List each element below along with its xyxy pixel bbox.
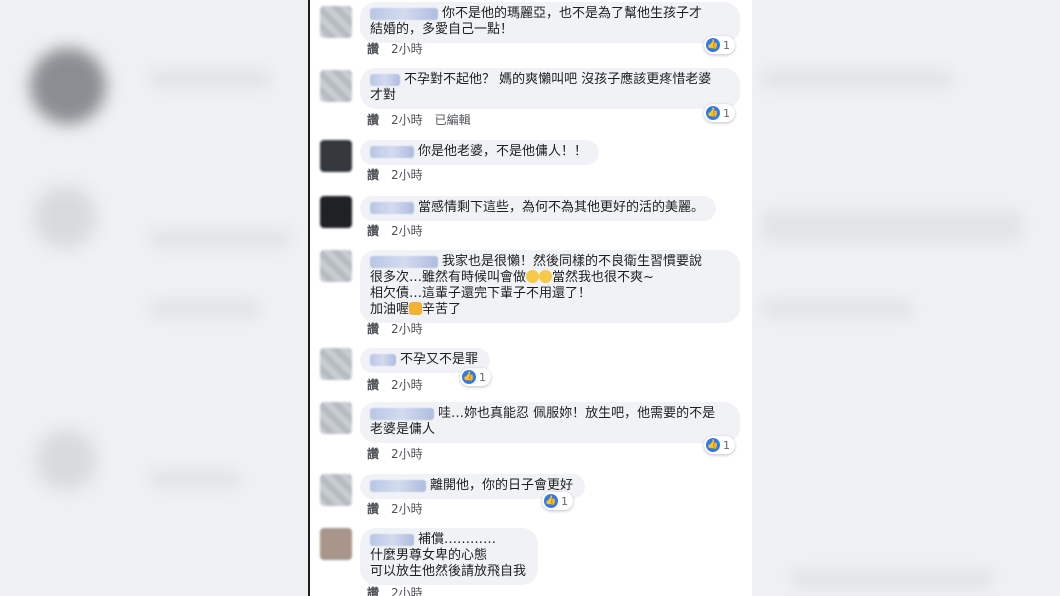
comment-time[interactable]: 2小時 xyxy=(391,586,423,596)
reaction-count[interactable]: 👍 1 xyxy=(704,36,735,54)
like-link[interactable]: 讚 xyxy=(367,322,379,336)
like-link[interactable]: 讚 xyxy=(367,502,379,516)
blurred-text xyxy=(792,570,992,588)
comment-meta: 讚 2小時 xyxy=(367,584,435,596)
comment-meta: 讚 2小時 xyxy=(367,320,435,337)
like-link[interactable]: 讚 xyxy=(367,378,379,392)
blurred-text xyxy=(150,300,260,318)
avatar[interactable] xyxy=(320,6,352,38)
like-reaction-icon: 👍 xyxy=(706,106,720,120)
comment-bubble: 哇…妳也真能忍 佩服妳！放生吧，他需要的不是 老婆是傭人 xyxy=(360,402,740,443)
blurred-text xyxy=(150,70,270,88)
avatar[interactable] xyxy=(320,348,352,380)
commenter-name[interactable] xyxy=(370,255,438,268)
avatar[interactable] xyxy=(320,250,352,282)
blurred-text xyxy=(150,470,240,488)
comment-time[interactable]: 2小時 xyxy=(391,378,423,392)
comment-text: 離開他，你的日子會更好 xyxy=(430,478,574,493)
comment-text: 當感情剩下這些，為何不為其他更好的活的美麗。 xyxy=(418,200,705,215)
avatar[interactable] xyxy=(320,196,352,228)
like-link[interactable]: 讚 xyxy=(367,586,379,596)
edited-label[interactable]: 已編輯 xyxy=(435,113,471,127)
like-reaction-icon: 👍 xyxy=(544,494,558,508)
avatar[interactable] xyxy=(320,528,352,560)
worried-emoji-icon xyxy=(526,270,540,283)
comment-time[interactable]: 2小時 xyxy=(391,42,423,56)
blurred-text xyxy=(762,210,1022,242)
reaction-count[interactable]: 👍 1 xyxy=(460,368,491,386)
comment-thread: 你不是他的瑪麗亞，也不是為了幫他生孩子才 結婚的，多愛自己一點！ 讚 2小時 👍 1… xyxy=(308,0,752,596)
comment-time[interactable]: 2小時 xyxy=(391,113,423,127)
blurred-text xyxy=(762,70,952,88)
like-link[interactable]: 讚 xyxy=(367,113,379,127)
comment-bubble: 你是他老婆，不是他傭人！！ xyxy=(360,140,600,165)
comment-bubble: 我家也是很懶！然後同樣的不良衛生習慣要說 很多次…雖然有時候叫會做 當然我也很不爽… xyxy=(360,250,740,323)
comment-time[interactable]: 2小時 xyxy=(391,447,423,461)
comment-text: 不孕對不起他？ 媽的爽懶叫吧 沒孩子應該更疼惜老婆 才對 xyxy=(370,72,712,103)
commenter-name[interactable] xyxy=(370,201,414,214)
blurred-right-panel xyxy=(752,0,1060,596)
blurred-avatar xyxy=(36,430,96,490)
commenter-name[interactable] xyxy=(370,533,414,546)
commenter-name[interactable] xyxy=(370,73,400,86)
comment-text: 不孕又不是罪 xyxy=(400,352,479,367)
commenter-name[interactable] xyxy=(370,145,414,158)
comment-meta: 讚 2小時 xyxy=(367,40,435,57)
worried-emoji-icon xyxy=(539,270,553,283)
like-reaction-icon: 👍 xyxy=(706,38,720,52)
comment-text-line: 相欠債…這輩子還完下輩子不用還了！ xyxy=(370,286,592,301)
blurred-text xyxy=(150,230,290,248)
like-link[interactable]: 讚 xyxy=(367,447,379,461)
blurred-left-panel xyxy=(0,0,308,596)
comment-time[interactable]: 2小時 xyxy=(391,224,423,238)
commenter-name[interactable] xyxy=(370,407,434,420)
comment-text-line: 我家也是很懶！然後同樣的不良衛生習慣要說 xyxy=(442,254,703,269)
like-reaction-icon: 👍 xyxy=(706,438,720,452)
reaction-count[interactable]: 👍 1 xyxy=(704,104,735,122)
comment-bubble: 補償………… 什麼男尊女卑的心態 可以放生他然後請放飛自我 xyxy=(360,528,539,585)
comment-bubble: 不孕對不起他？ 媽的爽懶叫吧 沒孩子應該更疼惜老婆 才對 xyxy=(360,68,740,109)
blurred-text xyxy=(762,300,912,318)
reaction-count[interactable]: 👍 1 xyxy=(542,492,573,510)
comment-text-line: 加油喔 xyxy=(370,302,410,317)
blurred-avatar xyxy=(34,186,96,248)
like-link[interactable]: 讚 xyxy=(367,168,379,182)
comment-time[interactable]: 2小時 xyxy=(391,322,423,336)
commenter-name[interactable] xyxy=(370,7,438,20)
comment-meta: 讚 2小時 xyxy=(367,445,435,462)
comment-text-line: 辛苦了 xyxy=(422,302,462,317)
flexed-biceps-emoji-icon xyxy=(409,302,423,315)
commenter-name[interactable] xyxy=(370,353,396,366)
comment-text: 你是他老婆，不是他傭人！！ xyxy=(418,144,588,159)
blurred-avatar xyxy=(30,48,106,124)
comment-meta: 讚 2小時 已編輯 xyxy=(367,111,483,128)
avatar[interactable] xyxy=(320,70,352,102)
comment-bubble: 當感情剩下這些，為何不為其他更好的活的美麗。 xyxy=(360,196,717,221)
comment-text-line: 當然我也很不爽~ xyxy=(552,270,654,285)
comment-time[interactable]: 2小時 xyxy=(391,502,423,516)
like-link[interactable]: 讚 xyxy=(367,42,379,56)
comment-meta: 讚 2小時 xyxy=(367,166,435,183)
commenter-name[interactable] xyxy=(370,479,426,492)
comment-meta: 讚 2小時 xyxy=(367,376,435,393)
avatar[interactable] xyxy=(320,474,352,506)
like-link[interactable]: 讚 xyxy=(367,224,379,238)
comment-time[interactable]: 2小時 xyxy=(391,168,423,182)
reaction-count[interactable]: 👍 1 xyxy=(704,436,735,454)
like-reaction-icon: 👍 xyxy=(462,370,476,384)
comment-text-line: 很多次…雖然有時候叫會做 xyxy=(370,270,527,285)
avatar[interactable] xyxy=(320,140,352,172)
comment-bubble: 你不是他的瑪麗亞，也不是為了幫他生孩子才 結婚的，多愛自己一點！ xyxy=(360,2,740,43)
comment-meta: 讚 2小時 xyxy=(367,222,435,239)
comment-meta: 讚 2小時 xyxy=(367,500,435,517)
avatar[interactable] xyxy=(320,402,352,434)
